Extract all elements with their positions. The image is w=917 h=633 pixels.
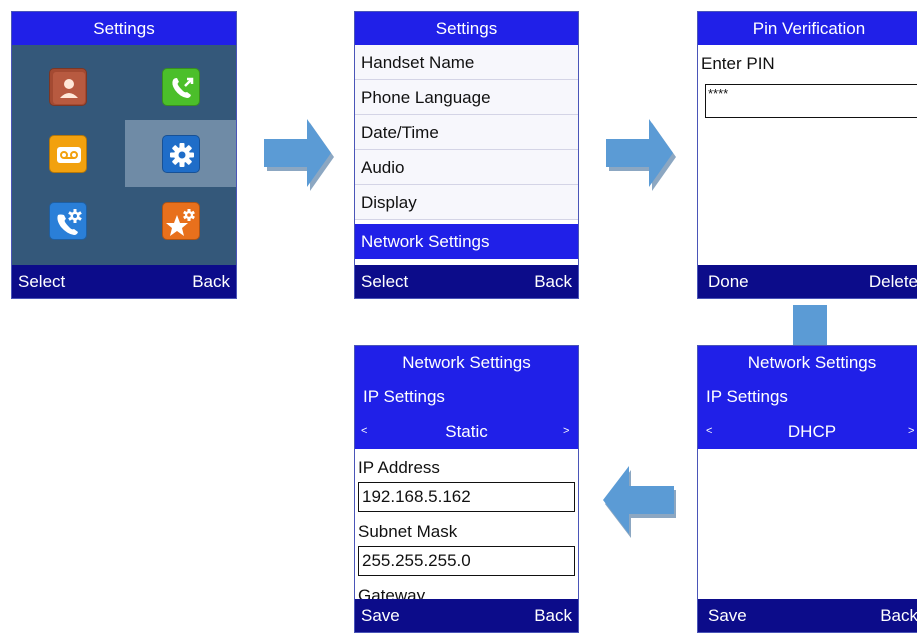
app-grid: [12, 45, 236, 265]
ip-settings-label: IP Settings: [363, 387, 445, 406]
ip-mode-value: Static: [445, 422, 488, 441]
ip-settings-header: IP Settings: [355, 379, 578, 414]
back-softkey[interactable]: Back: [880, 599, 917, 632]
subnet-mask-label: Subnet Mask: [358, 522, 458, 541]
right-arrow-icon: [264, 119, 334, 191]
back-softkey[interactable]: Back: [534, 599, 572, 632]
ip-settings-label: IP Settings: [706, 387, 788, 406]
menu-item-phone-language[interactable]: Phone Language: [355, 80, 578, 115]
right-arrow-icon: [606, 119, 676, 191]
home-softkeys: Select Back: [12, 265, 236, 298]
back-softkey[interactable]: Back: [192, 265, 230, 298]
select-softkey[interactable]: Select: [18, 265, 65, 298]
settings-softkeys: Select Back: [355, 265, 578, 298]
left-arrow-icon: [603, 466, 676, 538]
settings-title: Settings: [355, 12, 578, 45]
ip-address-label: IP Address: [358, 458, 440, 477]
ip-settings-header: IP Settings: [698, 379, 917, 414]
ip-mode-selector[interactable]: < DHCP >: [698, 414, 917, 449]
pin-value: ****: [708, 86, 729, 101]
save-softkey[interactable]: Save: [708, 599, 747, 632]
save-softkey[interactable]: Save: [361, 599, 400, 632]
network-dhcp-softkeys: Save Back: [698, 599, 917, 632]
features-star-icon: [162, 202, 200, 240]
home-screen: Settings Select Back: [11, 11, 237, 299]
call-settings-icon: [49, 202, 87, 240]
done-softkey[interactable]: Done: [708, 265, 749, 298]
pin-softkeys: Done Delete: [698, 265, 917, 298]
app-contacts[interactable]: [12, 53, 125, 120]
down-connector: [793, 305, 827, 345]
voicemail-icon: [49, 135, 87, 173]
home-title: Settings: [12, 12, 236, 45]
menu-item-display[interactable]: Display: [355, 185, 578, 220]
ip-mode-value: DHCP: [787, 422, 837, 441]
delete-softkey[interactable]: Delete: [869, 265, 917, 298]
ip-mode-selector[interactable]: < Static >: [355, 414, 578, 449]
chevron-right-icon[interactable]: >: [908, 414, 914, 449]
pin-title: Pin Verification: [698, 12, 917, 45]
chevron-right-icon[interactable]: >: [563, 414, 569, 449]
ip-address-field[interactable]: 192.168.5.162: [358, 482, 575, 512]
settings-gear-icon: [162, 135, 200, 173]
network-static-screen: Network Settings IP Settings < Static > …: [354, 345, 579, 633]
app-settings[interactable]: [125, 120, 236, 187]
network-dhcp-screen: Network Settings IP Settings < DHCP > Sa…: [697, 345, 917, 633]
network-static-softkeys: Save Back: [355, 599, 578, 632]
app-call-history[interactable]: [125, 53, 236, 120]
menu-item-handset-name[interactable]: Handset Name: [355, 45, 578, 80]
network-static-title: Network Settings: [355, 346, 578, 379]
app-voicemail[interactable]: [12, 120, 125, 187]
contacts-icon: [49, 68, 87, 106]
enter-pin-label: Enter PIN: [701, 54, 775, 73]
app-features[interactable]: [125, 187, 236, 254]
menu-item-network-settings[interactable]: Network Settings: [355, 224, 578, 259]
menu-item-audio[interactable]: Audio: [355, 150, 578, 185]
pin-input[interactable]: ****: [705, 84, 917, 118]
app-call-settings[interactable]: [12, 187, 125, 254]
menu-item-date-time[interactable]: Date/Time: [355, 115, 578, 150]
network-dhcp-title: Network Settings: [698, 346, 917, 379]
call-history-icon: [162, 68, 200, 106]
subnet-mask-field[interactable]: 255.255.255.0: [358, 546, 575, 576]
pin-verification-screen: Pin Verification Enter PIN **** Done Del…: [697, 11, 917, 299]
select-softkey[interactable]: Select: [361, 265, 408, 298]
settings-menu-screen: Settings Handset Name Phone Language Dat…: [354, 11, 579, 299]
back-softkey[interactable]: Back: [534, 265, 572, 298]
